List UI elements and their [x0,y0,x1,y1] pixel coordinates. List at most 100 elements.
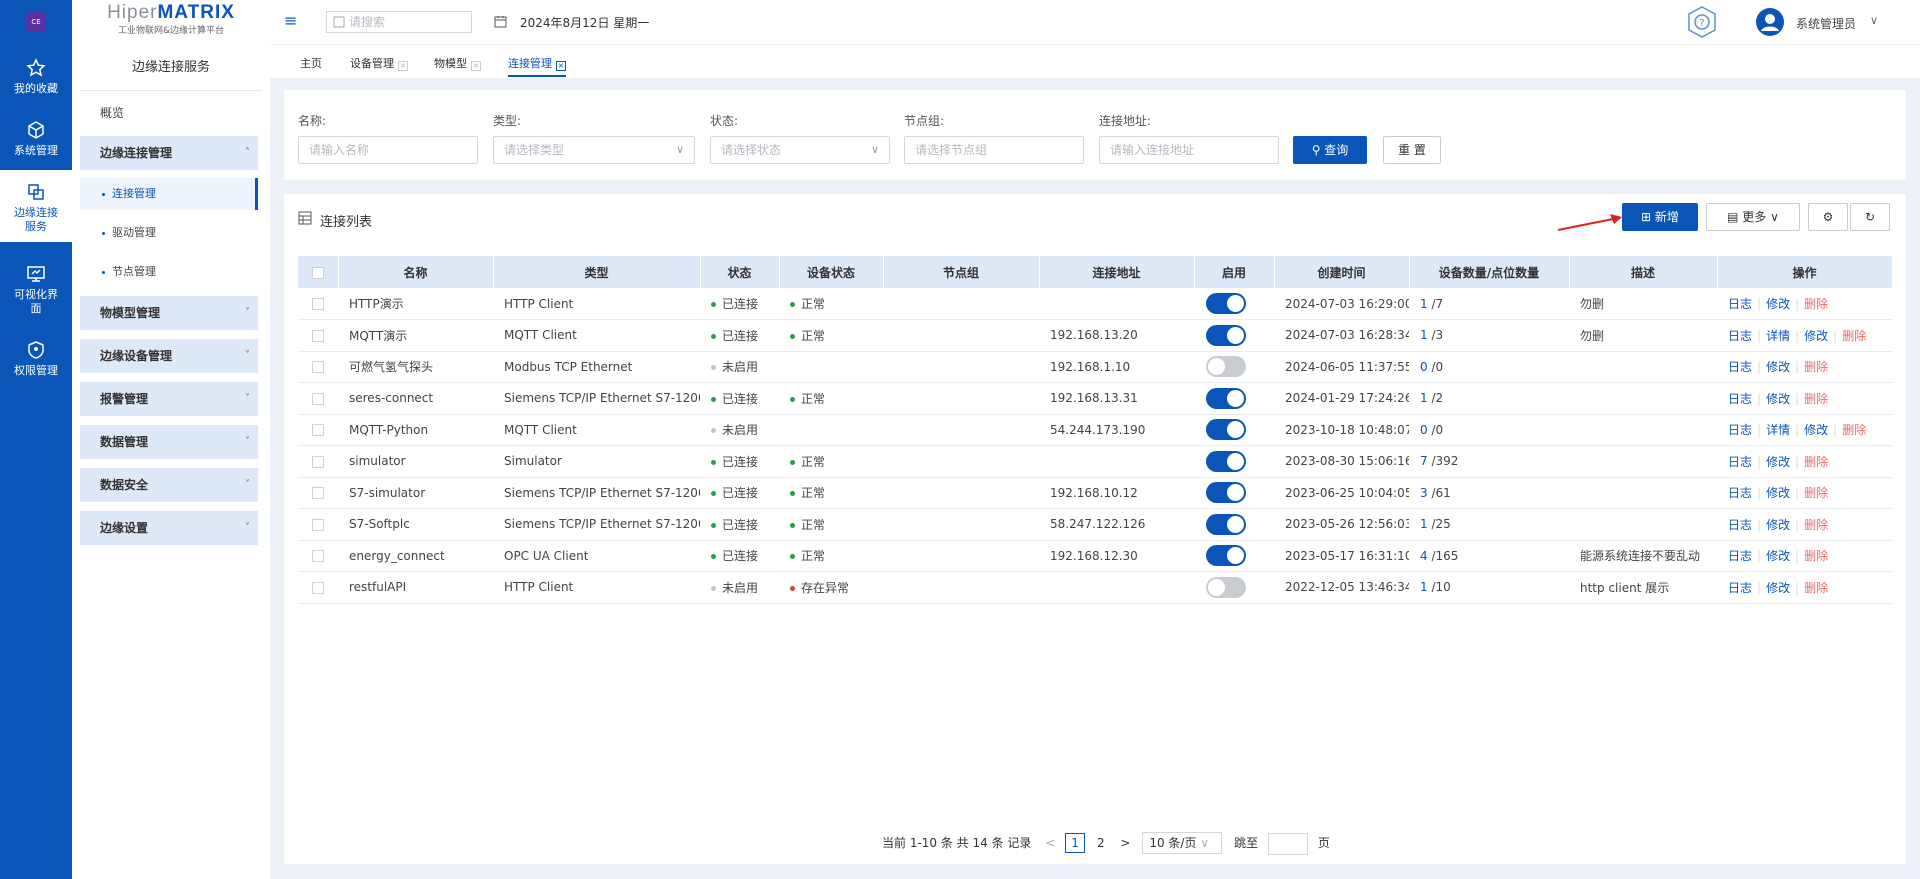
sidebar-item-node-mgmt[interactable]: 节点管理 [80,256,258,288]
row-action-link[interactable]: 详情 [1766,327,1790,344]
device-count[interactable]: 1 [1420,517,1428,531]
row-action-link[interactable]: 删除 [1804,484,1828,501]
address-filter-input[interactable]: 请输入连接地址 [1099,136,1279,164]
user-dropdown-caret[interactable]: ∨ [1870,14,1878,27]
row-action-link[interactable]: 删除 [1804,516,1828,533]
device-count[interactable]: 3 [1420,486,1428,500]
row-action-link[interactable]: 日志 [1728,453,1752,470]
close-icon[interactable]: × [398,61,408,71]
enable-toggle[interactable] [1206,419,1246,441]
row-action-link[interactable]: 日志 [1728,327,1752,344]
tab-home[interactable]: 主页 [300,55,322,77]
row-action-link[interactable]: 日志 [1728,484,1752,501]
menu-toggle-icon[interactable]: ≡ [284,11,297,30]
row-action-link[interactable]: 修改 [1766,579,1790,596]
column-header[interactable]: 状态 [700,256,780,288]
enable-toggle[interactable] [1206,545,1246,567]
row-action-link[interactable]: 删除 [1804,453,1828,470]
sidebar-group-data-security[interactable]: 数据安全 ˅ [80,468,258,502]
row-action-link[interactable]: 删除 [1804,547,1828,564]
row-action-link[interactable]: 日志 [1728,579,1752,596]
close-icon[interactable]: × [471,61,481,71]
column-header[interactable]: 名称 [338,256,494,288]
more-button[interactable]: ▤ 更多 ∨ [1706,203,1800,231]
rail-visualization[interactable]: 可视化界面 [0,264,72,320]
row-checkbox[interactable] [312,518,324,531]
row-action-link[interactable]: 详情 [1766,421,1790,438]
row-action-link[interactable]: 删除 [1804,295,1828,312]
device-count[interactable]: 1 [1420,391,1428,405]
row-action-link[interactable]: 删除 [1804,358,1828,375]
device-count[interactable]: 1 [1420,297,1428,311]
type-filter-select[interactable]: 请选择类型 ∨ [493,136,695,164]
refresh-button[interactable]: ↻ [1850,203,1890,231]
avatar[interactable] [1756,8,1784,36]
enable-toggle[interactable] [1206,513,1246,535]
row-action-link[interactable]: 日志 [1728,421,1752,438]
device-count[interactable]: 4 [1420,549,1428,563]
column-header[interactable]: 描述 [1569,256,1718,288]
sidebar-group-data[interactable]: 数据管理 ˅ [80,425,258,459]
sidebar-group-thing-model[interactable]: 物模型管理 ˅ [80,296,258,330]
enable-toggle[interactable] [1206,293,1246,314]
row-action-link[interactable]: 日志 [1728,390,1752,407]
column-header[interactable]: 操作 [1717,256,1893,288]
row-checkbox[interactable] [312,550,324,563]
help-icon[interactable]: ? [1687,6,1717,38]
row-action-link[interactable]: 修改 [1766,295,1790,312]
row-checkbox[interactable] [312,487,324,500]
column-header[interactable]: 启用 [1194,256,1275,288]
sidebar-item-overview[interactable]: 概览 [80,96,258,130]
row-action-link[interactable]: 删除 [1804,579,1828,596]
column-header[interactable]: 设备状态 [779,256,884,288]
add-button[interactable]: ⊞ 新增 [1622,203,1698,231]
column-header[interactable]: 连接地址 [1039,256,1195,288]
rail-favorites[interactable]: 我的收藏 [0,58,72,98]
tab-connection-mgmt[interactable]: 连接管理 × [508,55,566,77]
rail-edge-connection[interactable]: 边缘连接服务 [0,170,72,242]
column-header[interactable]: 设备数量/点位数量 [1409,256,1570,288]
select-all-checkbox[interactable] [311,266,324,279]
next-page-button[interactable]: > [1120,836,1130,850]
tab-device-mgmt[interactable]: 设备管理 × [350,55,408,77]
row-action-link[interactable]: 删除 [1842,421,1866,438]
enable-toggle[interactable] [1206,482,1246,504]
row-checkbox[interactable] [312,581,324,594]
search-input[interactable]: 请搜索 [326,11,472,33]
name-filter-input[interactable]: 请输入名称 [298,136,478,164]
tab-thing-model[interactable]: 物模型 × [434,55,481,77]
device-count[interactable]: 0 [1420,423,1428,437]
row-checkbox[interactable] [312,361,324,374]
sidebar-group-alarm[interactable]: 报警管理 ˅ [80,382,258,416]
close-icon[interactable]: × [556,61,566,71]
page-size-select[interactable]: 10 条/页 ∨ [1142,832,1223,854]
page-button[interactable]: 2 [1097,836,1105,850]
reset-button[interactable]: 重 置 [1383,136,1441,164]
enable-toggle[interactable] [1206,324,1246,346]
row-action-link[interactable]: 日志 [1728,358,1752,375]
row-action-link[interactable]: 修改 [1766,484,1790,501]
row-action-link[interactable]: 修改 [1804,327,1828,344]
sidebar-group-edge-device[interactable]: 边缘设备管理 ˅ [80,339,258,373]
row-action-link[interactable]: 修改 [1804,421,1828,438]
rail-permission[interactable]: 权限管理 [0,340,72,380]
device-count[interactable]: 7 [1420,454,1428,468]
enable-toggle[interactable] [1206,450,1246,472]
column-header[interactable]: 类型 [493,256,701,288]
sidebar-group-edge-settings[interactable]: 边缘设置 ˅ [80,511,258,545]
row-action-link[interactable]: 日志 [1728,295,1752,312]
device-count[interactable]: 1 [1420,328,1428,342]
jump-page-input[interactable] [1267,832,1308,855]
row-action-link[interactable]: 删除 [1804,390,1828,407]
enable-toggle[interactable] [1206,387,1246,409]
column-header[interactable]: 创建时间 [1274,256,1410,288]
row-action-link[interactable]: 修改 [1766,547,1790,564]
sidebar-item-connection-mgmt[interactable]: 连接管理 [80,178,258,210]
row-action-link[interactable]: 删除 [1842,327,1866,344]
sidebar-group-edge-connection[interactable]: 边缘连接管理 ˄ [80,136,258,170]
sidebar-item-driver-mgmt[interactable]: 驱动管理 [80,217,258,249]
device-count[interactable]: 1 [1420,580,1428,594]
settings-button[interactable]: ⚙ [1808,203,1848,231]
prev-page-button[interactable]: < [1045,836,1055,850]
enable-toggle[interactable] [1206,576,1246,598]
